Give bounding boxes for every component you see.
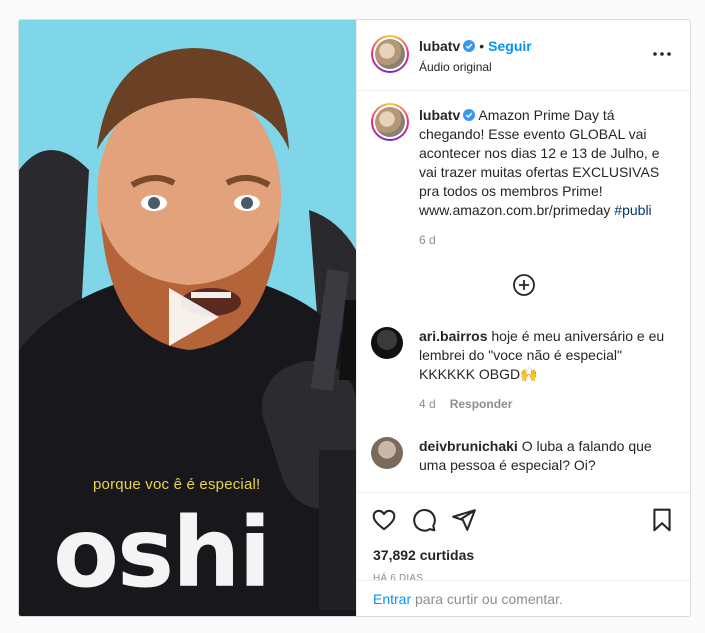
more-options-icon[interactable] <box>652 44 672 64</box>
video-player[interactable]: porque voc ê é especial! oshi <box>19 20 356 616</box>
comments-section: lubatv Amazon Prime Day tá chegando! Ess… <box>357 91 690 492</box>
login-link[interactable]: Entrar <box>373 591 411 607</box>
post-header: lubatv • Seguir Áudio original <box>357 20 690 91</box>
caption-age: 6 d <box>419 233 436 247</box>
verified-badge-icon <box>463 40 476 52</box>
comment-body: deivbrunichaki O luba a falando que uma … <box>419 437 669 475</box>
comment-body: ari.bairros hoje é meu aniversário e eu … <box>419 327 669 384</box>
audio-label[interactable]: Áudio original <box>419 60 492 74</box>
separator-dot: • <box>479 38 485 54</box>
follow-button[interactable]: Seguir <box>488 38 532 54</box>
login-prompt-text: para curtir ou comentar. <box>411 591 563 607</box>
like-heart-icon[interactable] <box>371 507 397 533</box>
share-send-icon[interactable] <box>451 507 477 533</box>
commenter-avatar[interactable] <box>371 437 403 469</box>
commenter-avatar[interactable] <box>371 327 403 359</box>
author-username[interactable]: lubatv <box>419 38 460 54</box>
hashtag-link[interactable]: #publi <box>614 202 651 218</box>
login-prompt: Entrar para curtir ou comentar. <box>357 580 690 616</box>
post-caption: lubatv Amazon Prime Day tá chegando! Ess… <box>419 106 669 220</box>
reply-button[interactable]: Responder <box>450 397 513 411</box>
video-subtitle: porque voc ê é especial! <box>93 476 261 493</box>
load-more-comments-icon[interactable] <box>512 273 536 297</box>
save-bookmark-icon[interactable] <box>649 507 675 533</box>
post-frame: porque voc ê é especial! oshi lubatv • Seg… <box>18 19 691 617</box>
likes-count[interactable]: 37,892 curtidas <box>373 547 474 563</box>
author-line: lubatv • Seguir <box>419 38 532 54</box>
comment-item: ari.bairros hoje é meu aniversário e eu … <box>371 327 671 417</box>
caption-username[interactable]: lubatv <box>419 107 460 123</box>
post-sidebar: lubatv • Seguir Áudio original lubatv Amaz… <box>356 20 690 616</box>
author-avatar[interactable] <box>371 35 409 73</box>
comment-age: 4 d <box>419 397 436 411</box>
verified-badge-icon <box>463 109 476 121</box>
commenter-username[interactable]: ari.bairros <box>419 328 487 344</box>
comment-meta: 4 d Responder <box>419 397 512 411</box>
commenter-username[interactable]: deivbrunichaki <box>419 438 518 454</box>
caption-author-avatar[interactable] <box>371 103 409 141</box>
shirt-print-text: oshi <box>53 497 271 609</box>
play-icon[interactable] <box>155 282 225 352</box>
comment-item: deivbrunichaki O luba a falando que uma … <box>371 437 671 487</box>
post-actions: 37,892 curtidas HÁ 6 DIAS Entrar para cu… <box>357 492 690 616</box>
comment-bubble-icon[interactable] <box>411 507 437 533</box>
